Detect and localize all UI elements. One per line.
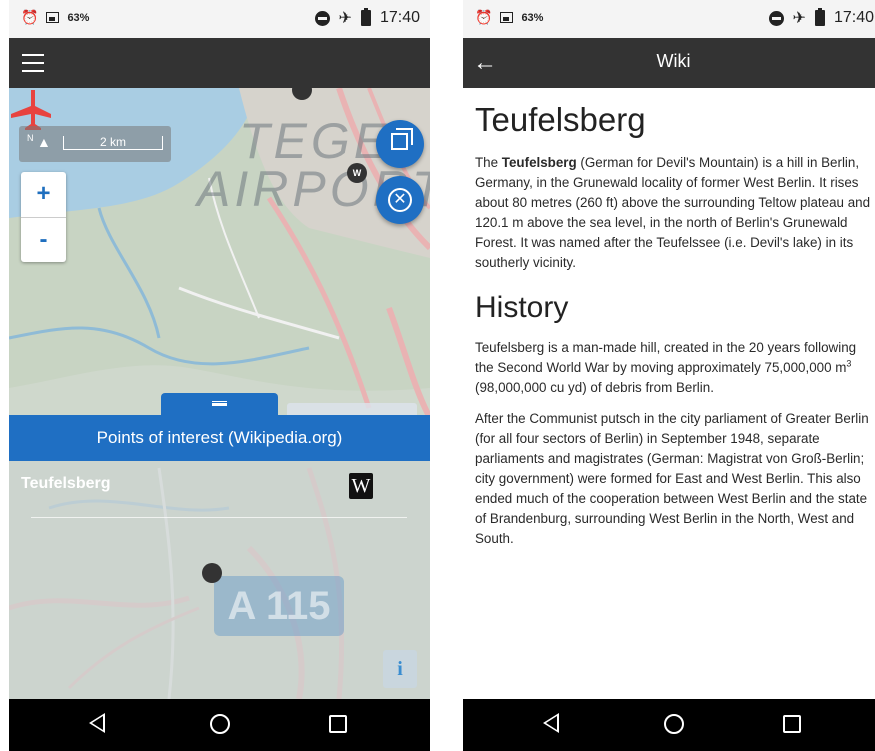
article-title: Teufelsberg: [475, 101, 646, 138]
nav-recent-icon[interactable]: [783, 715, 801, 733]
zoom-control: + -: [21, 172, 66, 262]
map-view[interactable]: TEGEL AIRPORT W N ▲ 2 km + - ✕ Points of…: [9, 88, 430, 699]
poi-title[interactable]: Teufelsberg: [21, 475, 111, 493]
nav-recent-icon[interactable]: [329, 715, 347, 733]
history-paragraph-1: Teufelsberg is a man-made hill, created …: [475, 340, 857, 395]
nav-home-icon[interactable]: [664, 714, 684, 734]
wikipedia-icon[interactable]: W: [349, 473, 373, 499]
wiki-article[interactable]: Teufelsberg The Teufelsberg (German for …: [463, 88, 875, 699]
battery-icon: [360, 8, 371, 26]
app-bar: [9, 38, 430, 88]
info-button[interactable]: i: [383, 650, 417, 688]
wikipedia-marker[interactable]: [202, 563, 222, 583]
bottom-sheet-handle[interactable]: [161, 393, 278, 415]
north-arrow-icon: ▲: [37, 134, 51, 150]
zoom-out-button[interactable]: -: [21, 217, 66, 262]
map-road-sign: A 115: [214, 576, 344, 636]
layers-button[interactable]: [376, 120, 424, 168]
scale-distance: 2 km: [99, 135, 126, 149]
airplane-mode-icon: ✈: [338, 10, 352, 27]
app-bar: ← Wiki: [463, 38, 875, 88]
page-title: Wiki: [656, 51, 691, 71]
nav-back-icon[interactable]: [89, 713, 105, 733]
map-screen: ⏰ 63% ✈ 17:40 TEGEL AIRPORT W N ▲ 2 km +…: [9, 0, 430, 751]
bottom-sheet-header: Points of interest (Wikipedia.org): [9, 415, 430, 461]
wiki-screen: ⏰ 63% ✈ 17:40 ← Wiki Teufelsberg The Teu…: [463, 0, 875, 751]
nav-home-icon[interactable]: [210, 714, 230, 734]
status-bar: ⏰ 63% ✈ 17:40: [463, 0, 875, 38]
alarm-icon: ⏰: [475, 9, 493, 25]
status-bar: ⏰ 63% ✈ 17:40: [9, 0, 430, 38]
navigation-bar: [463, 699, 875, 751]
secondary-sheet-tab: [287, 403, 417, 415]
wikipedia-marker[interactable]: W: [347, 163, 367, 183]
drag-handle-icon: [212, 401, 227, 406]
divider: [31, 517, 407, 518]
airplane-mode-icon: ✈: [792, 10, 806, 27]
north-label: N: [27, 133, 34, 143]
scale-bar: N ▲ 2 km: [19, 126, 171, 162]
battery-percent: 63%: [521, 11, 544, 24]
navigation-bar: [9, 699, 430, 751]
history-paragraph-2: After the Communist putsch in the city p…: [475, 411, 869, 546]
close-button[interactable]: ✕: [376, 176, 424, 224]
layers-icon: [391, 128, 413, 150]
battery-percent: 63%: [67, 11, 90, 24]
article-subject-bold: Teufelsberg: [501, 155, 577, 170]
zoom-in-button[interactable]: +: [21, 172, 66, 217]
clock: 17:40: [833, 9, 874, 26]
article-intro: The Teufelsberg (German for Devil's Moun…: [475, 155, 871, 270]
section-title: History: [475, 291, 569, 324]
image-notification-icon: [46, 12, 60, 23]
alarm-icon: ⏰: [21, 9, 39, 25]
do-not-disturb-icon: [768, 10, 784, 26]
battery-icon: [814, 8, 825, 26]
close-circle-icon: ✕: [388, 188, 412, 212]
hamburger-menu-icon[interactable]: [22, 54, 44, 72]
nav-back-icon[interactable]: [543, 713, 559, 733]
image-notification-icon: [500, 12, 514, 23]
do-not-disturb-icon: [314, 10, 330, 26]
bottom-sheet-body: A 115 Teufelsberg W i: [9, 461, 430, 699]
clock: 17:40: [379, 9, 420, 26]
